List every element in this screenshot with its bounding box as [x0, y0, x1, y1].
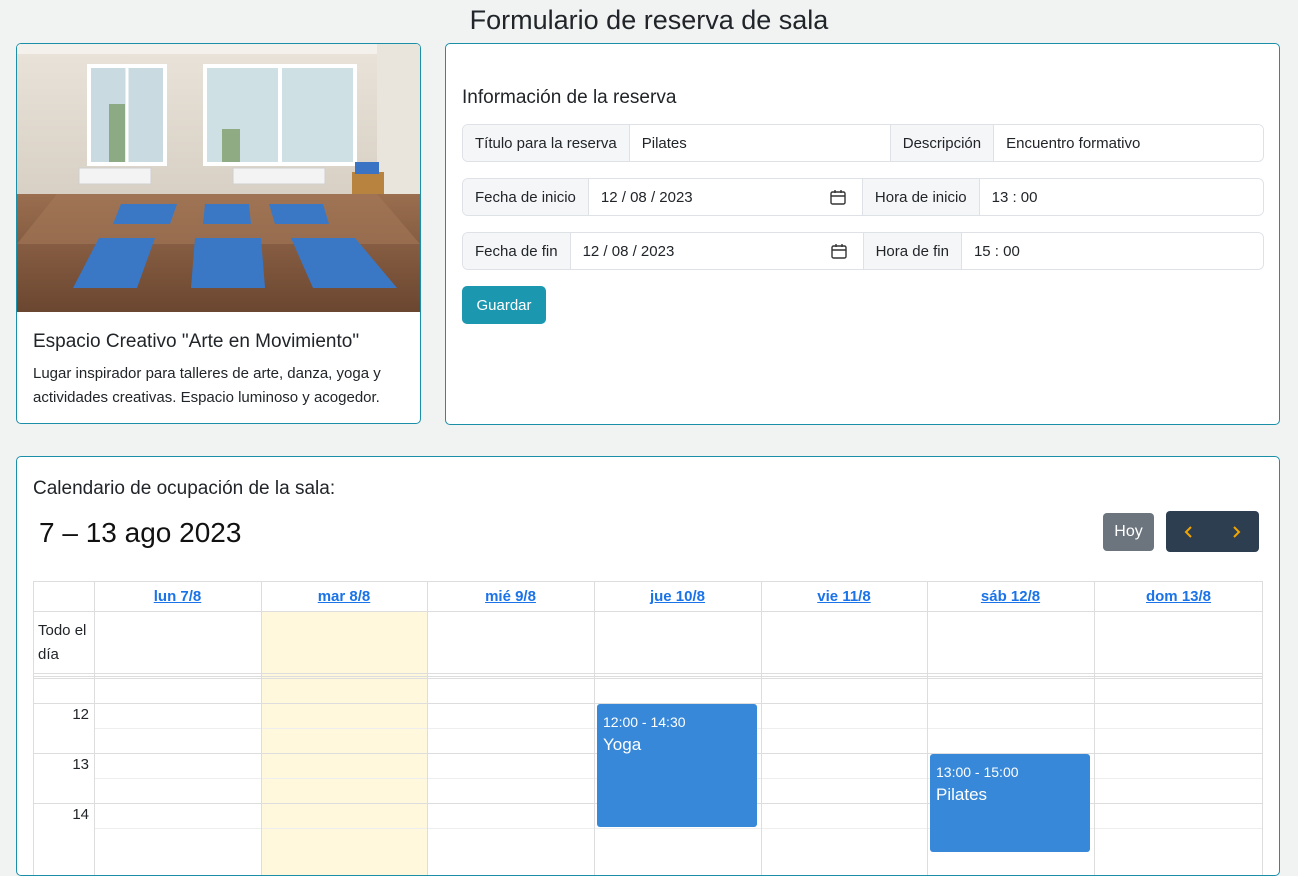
day-header[interactable]: dom 13/8: [1094, 581, 1263, 611]
room-card: Espacio Creativo "Arte en Movimiento" Lu…: [16, 43, 421, 424]
grid-line: [33, 676, 1263, 677]
event-time: 12:00 - 14:30: [603, 714, 686, 730]
event-title: Yoga: [603, 735, 642, 754]
next-week-button[interactable]: [1213, 511, 1260, 552]
title-description-group: Título para la reserva Pilates Descripci…: [462, 124, 1264, 162]
today-column-highlight: [261, 611, 427, 875]
start-date-label: Fecha de inicio: [463, 179, 589, 215]
start-time-input[interactable]: 13 : 00: [979, 179, 1263, 215]
column-line: [1262, 581, 1263, 875]
day-header[interactable]: mar 8/8: [261, 581, 427, 611]
event-title: Pilates: [936, 785, 988, 804]
calendar-event[interactable]: 12:00 - 14:30 Yoga: [597, 704, 757, 827]
calendar-nav: [1166, 511, 1259, 552]
hour-label: 14: [72, 806, 89, 823]
column-line: [761, 581, 762, 875]
calendar-event[interactable]: 13:00 - 15:00 Pilates: [930, 754, 1090, 852]
column-line: [1094, 581, 1095, 875]
prev-week-button[interactable]: [1166, 511, 1213, 552]
calendar-caption: Calendario de ocupación de la sala:: [33, 478, 336, 499]
room-description: Lugar inspirador para talleres de arte, …: [33, 365, 381, 406]
room-photo: [17, 44, 420, 312]
hour-label: 13: [72, 756, 89, 773]
start-group: Fecha de inicio 12 / 08 / 2023 Hora de i…: [462, 178, 1264, 216]
start-time-label: Hora de inicio: [861, 179, 980, 215]
end-time-input[interactable]: 15 : 00: [961, 233, 1263, 269]
day-header[interactable]: jue 10/8: [594, 581, 761, 611]
today-button[interactable]: Hoy: [1103, 513, 1154, 551]
calendar-icon[interactable]: [830, 189, 846, 205]
calendar-icon[interactable]: [830, 243, 847, 259]
title-label: Título para la reserva: [463, 125, 630, 161]
chevron-right-icon: [1233, 525, 1241, 538]
description-input[interactable]: Encuentro formativo: [994, 125, 1263, 161]
page-title: Formulario de reserva de sala: [469, 5, 829, 35]
end-date-input[interactable]: 12 / 08 / 2023: [570, 233, 863, 269]
column-line: [33, 581, 34, 875]
chevron-left-icon: [1184, 525, 1192, 538]
day-header[interactable]: vie 11/8: [761, 581, 927, 611]
grid-line: [33, 673, 1263, 674]
start-date-input[interactable]: 12 / 08 / 2023: [588, 179, 862, 215]
calendar-range: 7 – 13 ago 2023: [39, 517, 242, 548]
end-date-label: Fecha de fin: [463, 233, 571, 269]
allday-label: Todo el día: [38, 622, 87, 663]
column-line: [594, 581, 595, 875]
day-header[interactable]: mié 9/8: [427, 581, 594, 611]
grid-line: [33, 611, 1263, 612]
end-date-value: 12 / 08 / 2023: [582, 242, 675, 260]
calendar-grid: Todo el día 12 13 14 lun 7/8 mar 8/8 mié 9/8 j…: [33, 581, 1263, 875]
hour-label: 12: [72, 706, 89, 723]
start-date-value: 12 / 08 / 2023: [600, 188, 693, 206]
column-line: [427, 581, 428, 875]
form-title: Información de la reserva: [462, 87, 677, 108]
title-input[interactable]: Pilates: [629, 125, 890, 161]
column-line: [927, 581, 928, 875]
save-button[interactable]: Guardar: [462, 286, 546, 324]
day-header[interactable]: lun 7/8: [94, 581, 261, 611]
column-line: [94, 581, 95, 875]
calendar-card: Calendario de ocupación de la sala: 7 – …: [16, 456, 1280, 876]
description-label: Descripción: [889, 125, 995, 161]
room-title: Espacio Creativo "Arte en Movimiento": [33, 331, 360, 352]
booking-form-card: Información de la reserva Título para la…: [445, 43, 1280, 425]
grid-line: [33, 678, 1263, 679]
event-time: 13:00 - 15:00: [936, 764, 1019, 780]
day-header[interactable]: sáb 12/8: [927, 581, 1094, 611]
end-time-label: Hora de fin: [862, 233, 962, 269]
end-group: Fecha de fin 12 / 08 / 2023 Hora de fin …: [462, 232, 1264, 270]
column-line: [261, 581, 262, 875]
